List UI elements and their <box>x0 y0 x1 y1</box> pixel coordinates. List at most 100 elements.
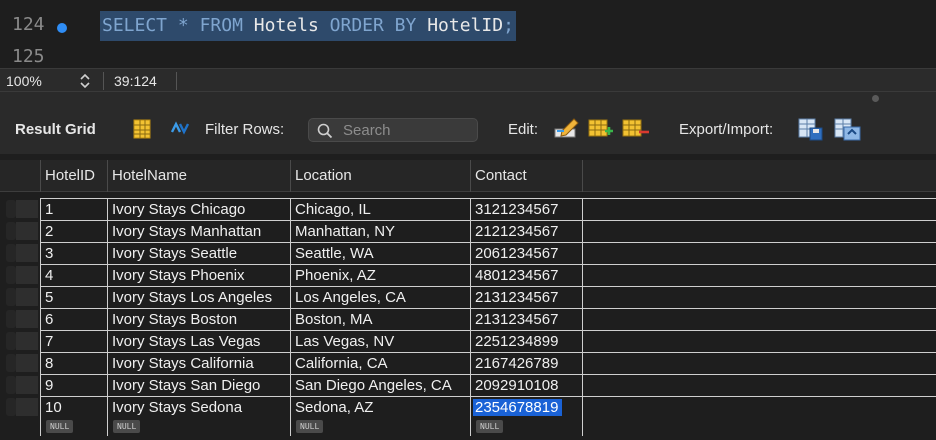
export-icon[interactable] <box>798 117 824 146</box>
sql-query-text[interactable]: SELECT * FROM Hotels ORDER BY HotelID; <box>100 11 516 41</box>
row-selector[interactable] <box>16 376 38 394</box>
row-selector[interactable] <box>16 200 38 218</box>
cell-hotelname[interactable]: Ivory Stays San Diego <box>107 374 290 396</box>
cell-hotelname[interactable]: Ivory Stays California <box>107 352 290 374</box>
cell-contact[interactable]: 2354678819 <box>470 396 582 418</box>
row-selector[interactable] <box>16 332 38 350</box>
column-header-hotelname[interactable]: HotelName <box>107 160 291 192</box>
table-row[interactable]: 6 Ivory Stays Boston Boston, MA 2131234567 <box>0 308 936 330</box>
cell-hotelname[interactable]: Ivory Stays Phoenix <box>107 264 290 286</box>
cell-contact[interactable]: 3121234567 <box>470 198 582 220</box>
column-header-contact[interactable]: Contact <box>470 160 583 192</box>
add-row-icon[interactable] <box>588 117 614 144</box>
cell-hotelid[interactable]: 9 <box>40 374 107 396</box>
row-selector[interactable] <box>16 244 38 262</box>
table-row[interactable]: 1 Ivory Stays Chicago Chicago, IL 312123456… <box>0 198 936 220</box>
cell-location[interactable]: San Diego Angeles, CA <box>290 374 470 396</box>
table-row[interactable]: 2 Ivory Stays Manhattan Manhattan, NY 21212… <box>0 220 936 242</box>
cell-value: 2092910108 <box>475 377 559 394</box>
table-row[interactable]: 5 Ivory Stays Los Angeles Los Angeles, CA 2… <box>0 286 936 308</box>
cell-location[interactable]: Boston, MA <box>290 308 470 330</box>
cell-hotelid[interactable]: 2 <box>40 220 107 242</box>
cell-value: 2 <box>45 223 54 240</box>
cell-hotelname[interactable]: Ivory Stays Boston <box>107 308 290 330</box>
sql-keyword: BY <box>394 15 417 36</box>
cell-hotelid[interactable]: 8 <box>40 352 107 374</box>
row-gutter <box>6 310 16 328</box>
cell-location[interactable]: Chicago, IL <box>290 198 470 220</box>
cell-location[interactable]: Seattle, WA <box>290 242 470 264</box>
row-filler <box>582 198 936 220</box>
cell-contact[interactable]: 2167426789 <box>470 352 582 374</box>
cell-value: 4801234567 <box>475 267 559 284</box>
cell-value: Los Angeles, CA <box>295 289 406 306</box>
column-header-location[interactable]: Location <box>290 160 470 192</box>
cell-hotelname[interactable]: Ivory Stays Los Angeles <box>107 286 290 308</box>
new-row[interactable]: NULL NULL NULL NULL <box>0 418 936 436</box>
cell-hotelname[interactable]: Ivory Stays Las Vegas <box>107 330 290 352</box>
row-selector[interactable] <box>16 310 38 328</box>
null-badge: NULL <box>296 420 324 433</box>
cell-hotelid[interactable]: 7 <box>40 330 107 352</box>
cell-value: 3 <box>45 245 54 262</box>
refresh-icon[interactable] <box>168 118 192 143</box>
cell-hotelname[interactable]: Ivory Stays Chicago <box>107 198 290 220</box>
cell-location[interactable]: Las Vegas, NV <box>290 330 470 352</box>
cell-hotelid[interactable]: 3 <box>40 242 107 264</box>
delete-row-icon[interactable] <box>622 117 650 144</box>
editor-line: 125 <box>0 46 936 68</box>
table-row[interactable]: 3 Ivory Stays Seattle Seattle, WA 206123456… <box>0 242 936 264</box>
row-selector[interactable] <box>16 266 38 284</box>
row-selector[interactable] <box>16 288 38 306</box>
cell-value: Ivory Stays California <box>112 355 254 372</box>
table-row[interactable]: 8 Ivory Stays California California, CA 216… <box>0 352 936 374</box>
cell-location[interactable]: Manhattan, NY <box>290 220 470 242</box>
cell-hotelid[interactable]: 4 <box>40 264 107 286</box>
cell-hotelid[interactable]: 1 <box>40 198 107 220</box>
cell-value: San Diego Angeles, CA <box>295 377 452 394</box>
cell-location[interactable]: Los Angeles, CA <box>290 286 470 308</box>
row-selector[interactable] <box>16 398 38 416</box>
cell-hotelid[interactable]: 10 <box>40 396 107 418</box>
table-row[interactable]: 9 Ivory Stays San Diego San Diego Angeles,… <box>0 374 936 396</box>
search-input[interactable] <box>343 121 473 139</box>
cell-hotelname[interactable]: Ivory Stays Manhattan <box>107 220 290 242</box>
filter-rows-search[interactable] <box>308 118 478 142</box>
import-icon[interactable] <box>834 117 862 146</box>
cell-value: 5 <box>45 289 54 306</box>
cell-contact[interactable]: 2131234567 <box>470 286 582 308</box>
cursor-position: 39:124 <box>114 73 157 89</box>
toolbar-handle <box>872 95 879 102</box>
sql-editor[interactable]: 123 124 SELECT * FROM Hotels ORDER BY Ho… <box>0 0 936 68</box>
cell-hotelid[interactable]: 5 <box>40 286 107 308</box>
divider <box>290 418 291 436</box>
cell-hotelname[interactable]: Ivory Stays Sedona <box>107 396 290 418</box>
cell-contact[interactable]: 2061234567 <box>470 242 582 264</box>
cell-contact[interactable]: 4801234567 <box>470 264 582 286</box>
cell-location[interactable]: Phoenix, AZ <box>290 264 470 286</box>
table-row[interactable]: 7 Ivory Stays Las Vegas Las Vegas, NV 22512… <box>0 330 936 352</box>
cell-contact[interactable]: 2121234567 <box>470 220 582 242</box>
cell-value: 10 <box>45 399 62 416</box>
result-grid[interactable]: HotelID HotelName Location Contact 1 Ivor… <box>0 154 936 440</box>
line-number: 125 <box>12 46 45 67</box>
table-row[interactable]: 10 Ivory Stays Sedona Sedona, AZ 2354678819 <box>0 396 936 418</box>
row-filler <box>582 242 936 264</box>
zoom-stepper-icon[interactable] <box>78 73 92 89</box>
row-selector[interactable] <box>16 354 38 372</box>
cell-contact[interactable]: 2092910108 <box>470 374 582 396</box>
cell-location[interactable]: Sedona, AZ <box>290 396 470 418</box>
grid-view-icon[interactable] <box>133 119 151 144</box>
cell-location[interactable]: California, CA <box>290 352 470 374</box>
cell-contact[interactable]: 2251234899 <box>470 330 582 352</box>
cell-contact[interactable]: 2131234567 <box>470 308 582 330</box>
divider <box>470 418 471 436</box>
cell-hotelname[interactable]: Ivory Stays Seattle <box>107 242 290 264</box>
statement-marker-icon[interactable] <box>57 23 67 33</box>
table-row[interactable]: 4 Ivory Stays Phoenix Phoenix, AZ 480123456… <box>0 264 936 286</box>
null-badge: NULL <box>46 420 74 433</box>
column-header-hotelid[interactable]: HotelID <box>40 160 105 192</box>
edit-row-icon[interactable] <box>554 117 580 144</box>
cell-hotelid[interactable]: 6 <box>40 308 107 330</box>
row-selector[interactable] <box>16 222 38 240</box>
